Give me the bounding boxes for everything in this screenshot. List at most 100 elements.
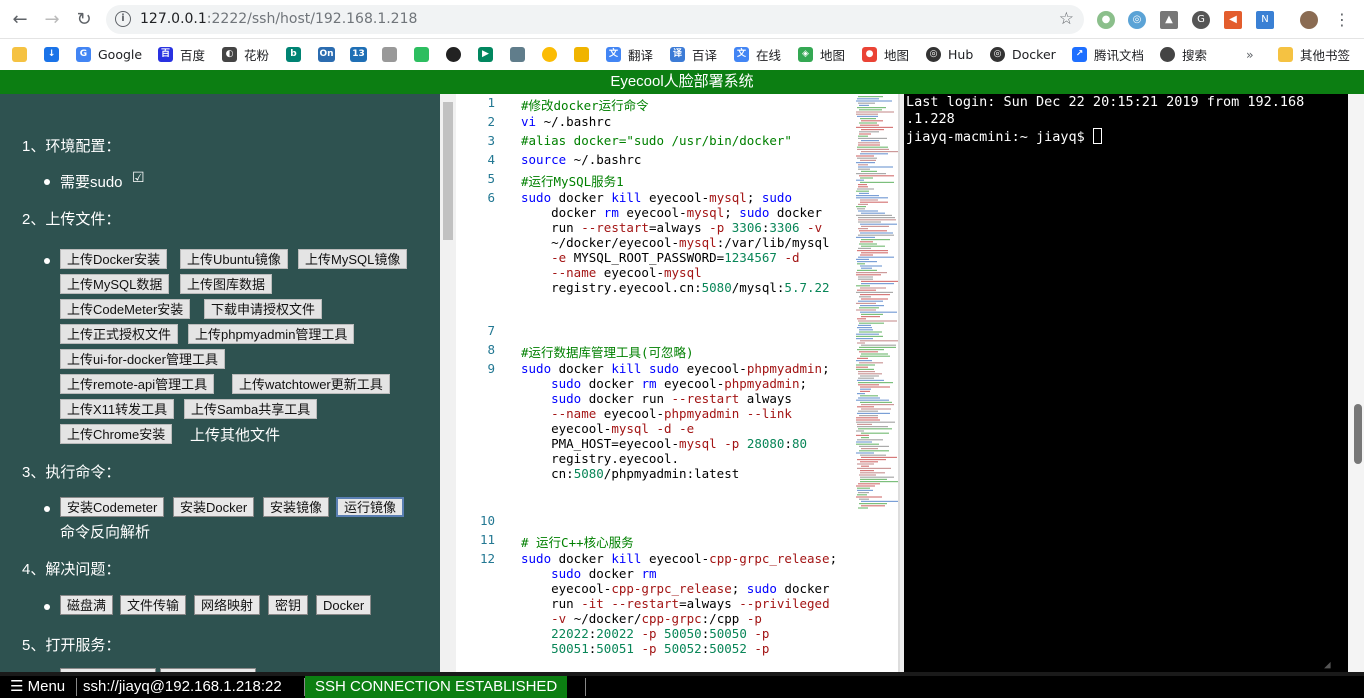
more-bookmarks-icon[interactable]: » (1246, 45, 1254, 63)
minimap-line (858, 320, 897, 322)
info-icon[interactable]: i (115, 11, 131, 27)
minimap-line (859, 104, 869, 106)
code-line: # 运行C++核心服务 (521, 535, 634, 550)
minimap-line (859, 329, 873, 331)
bookmark-crown[interactable] (574, 45, 596, 63)
bookmark-baiyi[interactable]: 译百译 (670, 45, 717, 63)
minimap-line (860, 472, 885, 474)
bookmark-baidu[interactable]: 百百度 (158, 45, 205, 63)
scrollbar-thumb[interactable] (1354, 404, 1362, 464)
back-icon[interactable]: ← (8, 8, 32, 32)
avatar[interactable] (1300, 11, 1318, 29)
minimap-line (861, 316, 880, 318)
bookmark-on[interactable]: On (318, 45, 342, 63)
extension-icon[interactable]: ▲ (1160, 11, 1178, 29)
status-bar: ☰ Menu ssh://jiayq@192.168.1.218:22 SSH … (0, 676, 1364, 698)
url-text[interactable]: 127.0.0.1:2222/ssh/host/192.168.1.218 (140, 11, 417, 27)
install-codemeter-button[interactable]: 安装Codemeter (60, 497, 165, 517)
minimap-line (856, 113, 878, 115)
menu-icon[interactable]: ⋮ (1330, 8, 1354, 32)
upload-mysql-data-button[interactable]: 上传MySQL数据 (60, 274, 170, 294)
extension-icon[interactable]: ● (1097, 11, 1115, 29)
minimap-line (856, 197, 888, 199)
minimap-line (860, 181, 894, 183)
terminal-scrollbar[interactable] (1348, 94, 1364, 672)
upload-x11-button[interactable]: 上传X11转发工具 (60, 399, 175, 419)
disk-full-button[interactable]: 磁盘满 (60, 595, 114, 615)
upload-mysql-image-button[interactable]: 上传MySQL镜像 (298, 249, 408, 269)
extension-icon[interactable]: ◀ (1224, 11, 1242, 29)
bookmark-play[interactable]: ▶ (478, 45, 500, 63)
bookmark-docker[interactable]: ◎ Docker (990, 45, 1056, 63)
bookmark-other[interactable]: 其他书签 (1278, 45, 1350, 63)
upload-phpmyadmin-button[interactable]: 上传phpmyadmin管理工具 (188, 324, 355, 344)
bookmark-hub[interactable]: ◎ Hub (926, 45, 973, 63)
file-transfer-button[interactable]: 文件传输 (120, 595, 187, 615)
scrollbar-thumb[interactable] (443, 102, 453, 240)
network-mapping-button[interactable]: 网络映射 (194, 595, 261, 615)
address-bar[interactable]: i 127.0.0.1:2222/ssh/host/192.168.1.218 … (106, 5, 1084, 34)
bookmark-map[interactable]: ◈ 地图 (798, 45, 845, 63)
docker-fix-button[interactable]: Docker (316, 595, 372, 615)
minimap-line (860, 340, 898, 342)
minimap-line (860, 401, 892, 403)
minimap-line (857, 208, 865, 210)
upload-chrome-button[interactable]: 上传Chrome安装 (60, 424, 173, 444)
bookmark-huafen[interactable]: ◐ 花粉 (222, 45, 269, 63)
terminal[interactable]: Last login: Sun Dec 22 20:15:21 2019 fro… (904, 94, 1348, 672)
download-icon[interactable]: ↓ (44, 45, 66, 63)
extension-new-icon[interactable]: N (1256, 11, 1274, 29)
command-reverse-parse-link[interactable]: 命令反向解析 (60, 521, 150, 542)
minimap-line (857, 487, 870, 489)
minimap-line (860, 294, 890, 296)
upload-codemeter-button[interactable]: 上传CodeMeter安装 (60, 299, 191, 319)
bookmark-13[interactable]: 13 (350, 45, 374, 63)
bookmark-evernote[interactable] (414, 45, 436, 63)
bookmark-apple[interactable] (382, 45, 404, 63)
upload-gallery-button[interactable]: 上传图库数据 (180, 274, 273, 294)
minimap-line (857, 459, 886, 461)
download-license-request-button[interactable]: 下载申请授权文件 (204, 299, 323, 319)
upload-ubuntu-button[interactable]: 上传Ubuntu镜像 (180, 249, 288, 269)
minimap-line (861, 456, 897, 458)
bookmark-online[interactable]: 文在线 (734, 45, 781, 63)
minimap-line (858, 142, 880, 144)
bookmark-star-icon[interactable]: ☆ (1059, 9, 1074, 29)
menu-button[interactable]: ☰ Menu (10, 676, 65, 698)
reload-icon[interactable]: ↻ (72, 8, 96, 32)
minimap-line (857, 342, 865, 344)
upload-watchtower-button[interactable]: 上传watchtower更新工具 (232, 374, 390, 394)
key-button[interactable]: 密钥 (268, 595, 309, 615)
bookmark-translate[interactable]: 文翻译 (606, 45, 653, 63)
bookmark-app[interactable] (510, 45, 532, 63)
bookmark-tencent-docs[interactable]: ↗ 腾讯文档 (1072, 45, 1144, 63)
bookmark-search[interactable]: 搜索 (1160, 45, 1207, 63)
extension-icon[interactable]: ◎ (1128, 11, 1146, 29)
bookmark-github[interactable] (446, 45, 468, 63)
upload-docker-button[interactable]: 上传Docker安装 (60, 249, 168, 269)
minimap-line (859, 133, 871, 135)
upload-ui-for-docker-button[interactable]: 上传ui-for-docker管理工具 (60, 349, 225, 369)
bookmark-map2[interactable]: ● 地图 (862, 45, 909, 63)
bookmark-bing[interactable]: b (286, 45, 308, 63)
install-docker-button[interactable]: 安装Docker (173, 497, 255, 517)
upload-samba-button[interactable]: 上传Samba共享工具 (184, 399, 318, 419)
code-line: vi ~/.bashrc (521, 114, 612, 129)
upload-remote-api-button[interactable]: 上传remote-api管理工具 (60, 374, 215, 394)
left-scrollbar[interactable] (440, 94, 456, 672)
bookmark-google[interactable]: G Google (76, 45, 142, 63)
extension-icon[interactable]: G (1192, 11, 1210, 29)
code-editor[interactable]: 1 #修改docker运行命令 2 vi ~/.bashrc 3 #alias … (456, 94, 900, 672)
resize-grip-icon[interactable]: ◢ (1324, 656, 1331, 672)
minimap-line (860, 386, 890, 388)
forward-icon[interactable]: → (40, 8, 64, 32)
need-sudo-checkbox[interactable]: ☑ (132, 169, 145, 186)
install-image-button[interactable]: 安装镜像 (263, 497, 330, 517)
minimap-line (857, 263, 865, 265)
bookmark-folder-icon[interactable] (12, 45, 34, 63)
bookmark-app[interactable] (542, 45, 564, 63)
editor-minimap[interactable] (854, 94, 900, 514)
run-image-button[interactable]: 运行镜像 (336, 497, 405, 517)
upload-other-link[interactable]: 上传其他文件 (190, 424, 280, 445)
upload-license-button[interactable]: 上传正式授权文件 (60, 324, 179, 344)
